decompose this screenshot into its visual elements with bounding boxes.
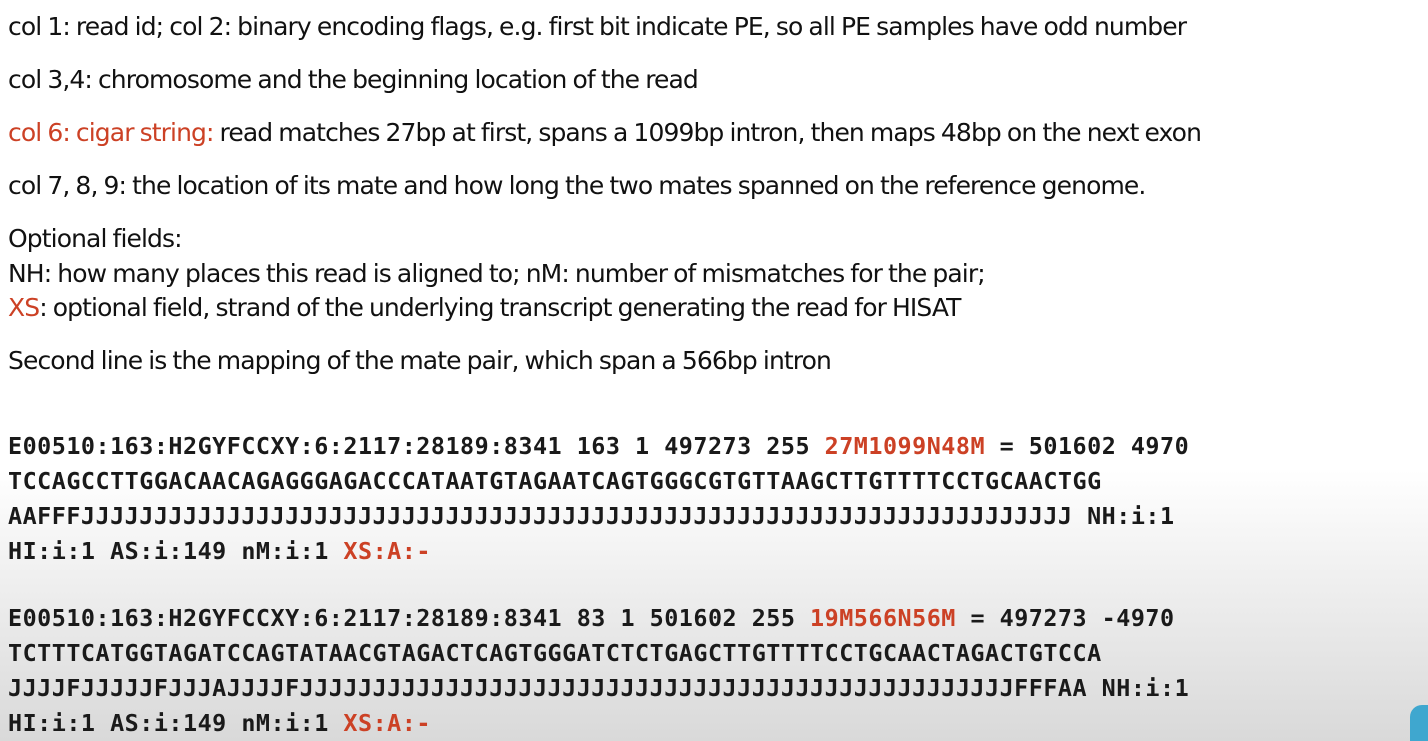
- tag-fields: HI:i:1 AS:i:149 nM:i:1: [8, 709, 344, 737]
- note-col6: col 6: cigar string: read matches 27bp a…: [8, 115, 1202, 151]
- mate-fields: = 501602 4970: [985, 432, 1190, 460]
- xs-tag: XS:A:-: [343, 709, 431, 737]
- record-fields: E00510:163:H2GYFCCXY:6:2117:28189:8341 1…: [8, 432, 825, 460]
- optional-tags: HI:i:1 AS:i:149 nM:i:1 XS:A:-: [8, 706, 431, 741]
- corner-tab[interactable]: [1410, 705, 1428, 741]
- cigar-label: col 6: cigar string:: [8, 118, 214, 147]
- read-quality: AAFFFJJJJJJJJJJJJJJJJJJJJJJJJJJJJJJJJJJJ…: [8, 502, 1175, 530]
- cigar-description: read matches 27bp at first, spans a 1099…: [213, 118, 1202, 147]
- cigar-string: 27M1099N48M: [824, 432, 986, 460]
- note-nh-nm: NH: how many places this read is aligned…: [8, 259, 986, 288]
- read-sequence: TCCAGCCTTGGACAACAGAGGGAGACCCATAATGTAGAAT…: [8, 467, 1102, 495]
- xs-label: XS: [8, 293, 40, 322]
- note-xs: XS: optional field, strand of the underl…: [8, 290, 961, 326]
- xs-tag: XS:A:-: [343, 537, 431, 565]
- read-quality: JJJJFJJJJJFJJJAJJJJFJJJJJJJJJJJJJJJJJJJJ…: [8, 674, 1190, 702]
- note-second-line: Second line is the mapping of the mate p…: [8, 346, 832, 375]
- record-header: E00510:163:H2GYFCCXY:6:2117:28189:8341 1…: [8, 429, 1189, 464]
- note-col1: col 1: read id; col 2: binary encoding f…: [8, 12, 1187, 41]
- read-sequence: TCTTTCATGGTAGATCCAGTATAACGTAGACTCAGTGGGA…: [8, 639, 1102, 667]
- record-fields: E00510:163:H2GYFCCXY:6:2117:28189:8341 8…: [8, 604, 811, 632]
- optional-fields-title: Optional fields:: [8, 224, 183, 253]
- note-col789: col 7, 8, 9: the location of its mate an…: [8, 171, 1146, 200]
- optional-tags: HI:i:1 AS:i:149 nM:i:1 XS:A:-: [8, 534, 431, 569]
- cigar-string: 19M566N56M: [810, 604, 956, 632]
- record-header: E00510:163:H2GYFCCXY:6:2117:28189:8341 8…: [8, 601, 1175, 636]
- note-col34: col 3,4: chromosome and the beginning lo…: [8, 65, 699, 94]
- mate-fields: = 497273 -4970: [955, 604, 1175, 632]
- xs-description: : optional field, strand of the underlyi…: [39, 293, 961, 322]
- tag-fields: HI:i:1 AS:i:149 nM:i:1: [8, 537, 344, 565]
